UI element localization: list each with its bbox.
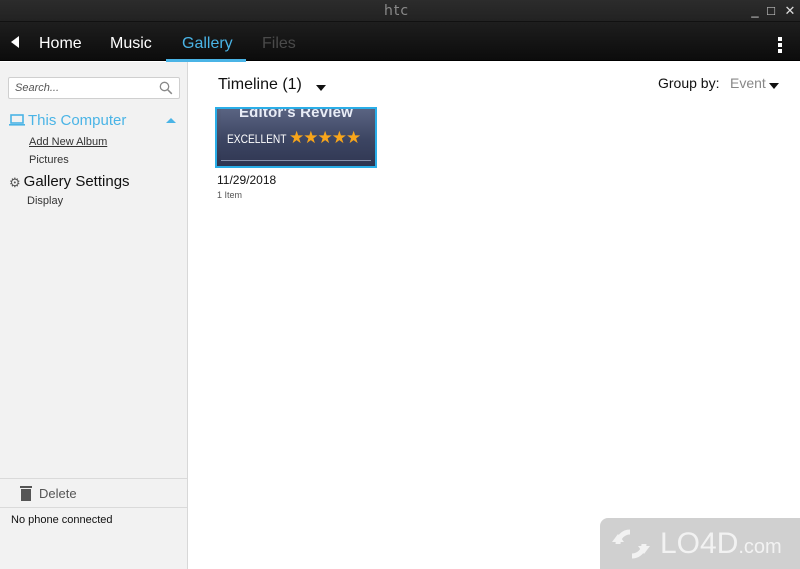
sidebar-item-label: Gallery Settings [23, 173, 130, 190]
title-bar: htc _ □ ✕ [0, 0, 800, 22]
trash-icon [20, 486, 32, 501]
search-icon[interactable] [159, 81, 173, 95]
search-input[interactable] [15, 78, 155, 98]
sidebar-item-pictures[interactable]: Pictures [29, 154, 69, 166]
close-button[interactable]: ✕ [783, 3, 797, 19]
main-content: Timeline (1) Group by: Event Editor's Re… [189, 62, 800, 569]
chevron-down-icon[interactable] [769, 83, 779, 89]
tab-files[interactable]: Files [262, 35, 296, 53]
delete-button[interactable]: Delete [0, 478, 187, 508]
nav-bar: Home Music Gallery Files [0, 22, 800, 62]
group-by-select[interactable]: Event [730, 75, 766, 91]
maximize-button[interactable]: □ [764, 3, 778, 18]
minimize-button[interactable]: _ [748, 3, 762, 18]
add-new-album-link[interactable]: Add New Album [29, 136, 107, 148]
search-box [8, 77, 180, 99]
sidebar: This Computer Add New Album Pictures ⚙Ga… [0, 62, 188, 569]
sidebar-item-label: This Computer [28, 112, 127, 129]
group-by-label: Group by: [658, 75, 720, 91]
app-logo: htc [384, 3, 410, 19]
vertical-dots-icon[interactable] [778, 37, 783, 55]
tab-music[interactable]: Music [110, 35, 152, 53]
delete-label: Delete [39, 486, 77, 501]
chevron-down-icon[interactable] [316, 85, 326, 91]
thumbnail-image: Editor's Review EXCELLENT ★★★★★ [221, 109, 371, 161]
phone-status: No phone connected [11, 514, 113, 526]
watermark-brand: LO4D [660, 527, 739, 560]
sidebar-item-display[interactable]: Display [27, 195, 63, 207]
tab-gallery[interactable]: Gallery [182, 35, 233, 53]
back-arrow-icon[interactable] [11, 36, 19, 48]
album-thumbnail[interactable]: Editor's Review EXCELLENT ★★★★★ [215, 107, 377, 168]
tab-home[interactable]: Home [39, 35, 82, 53]
sidebar-item-gallery-settings[interactable]: ⚙ Gallery Settings [9, 173, 130, 191]
sidebar-item-this-computer[interactable]: This Computer [9, 112, 126, 129]
timeline-dropdown[interactable]: Timeline (1) [218, 76, 302, 94]
star-rating-icon: ★★★★★ [289, 128, 361, 147]
laptop-icon [9, 114, 25, 126]
refresh-logo-icon [612, 529, 650, 559]
album-item-count: 1 Item [217, 190, 243, 200]
watermark-suffix: .com [738, 536, 782, 558]
collapse-arrow-icon[interactable] [166, 118, 176, 123]
watermark: LO4D.com [600, 518, 800, 569]
album-date: 11/29/2018 [217, 173, 277, 187]
thumbnail-title: Editor's Review [238, 107, 354, 121]
watermark-text: LO4D.com [660, 527, 782, 561]
thumbnail-badge: EXCELLENT [227, 132, 287, 146]
gear-icon: ⚙ [9, 175, 21, 190]
